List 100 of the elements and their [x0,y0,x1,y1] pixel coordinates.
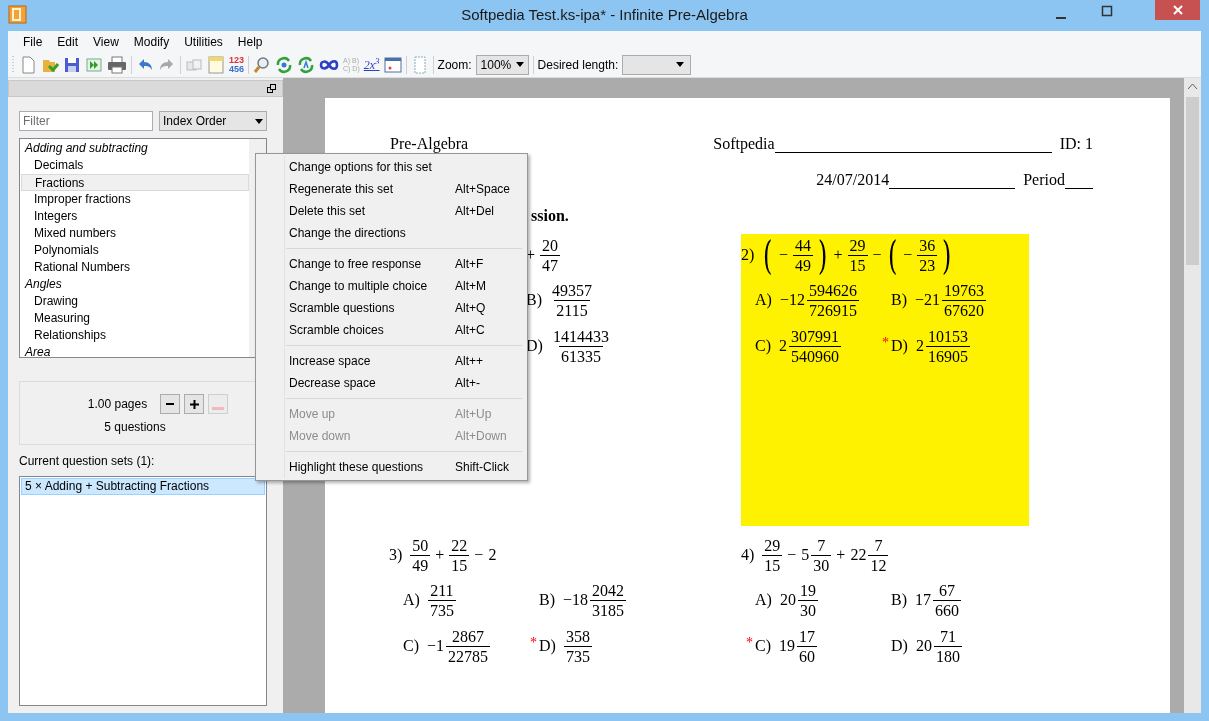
tree-item[interactable]: Area [21,344,249,357]
math-number: 5 [801,545,810,565]
fraction: 7 30 [811,535,832,575]
choice-label: B) [526,290,542,311]
tree-item[interactable]: Integers [21,208,249,225]
filter-field[interactable]: Filter [19,111,153,131]
menu-item[interactable]: Edit [50,32,86,51]
caret-icon [255,118,263,124]
choice-label: B) [891,590,907,611]
list-item[interactable]: 5 × Adding + Subtracting Fractions [21,478,265,495]
math-number: −12 [779,290,805,310]
math-number: 2 [779,336,787,356]
question-number: 4) [741,545,755,566]
menu-item[interactable]: File [16,32,50,51]
menu-item[interactable]: Increase space Alt++ [256,350,527,372]
fraction: 20 47 [540,235,561,275]
tree-item[interactable]: Improper fractions [21,191,249,208]
parenthesis: ) [942,235,952,275]
tree-item[interactable]: Fractions [21,174,249,191]
close-button[interactable] [1155,0,1200,20]
menu-item[interactable]: Change the directions [256,222,527,244]
maximize-icon[interactable] [1101,5,1113,17]
zoom-dropdown[interactable]: 100% [475,54,529,75]
fraction: 67 660 [933,580,961,620]
tree-item[interactable]: Rational Numbers [21,259,249,276]
math-number: 17 [915,590,931,610]
fraction: 36 23 [917,235,938,275]
choice-label: C) [755,336,771,357]
fraction: 1414433 61335 [551,326,610,366]
correct-mark: * [746,634,753,652]
fraction: 29 15 [762,535,783,575]
fraction: 50 49 [410,535,431,575]
fraction: 2867 22785 [446,626,491,666]
refresh-icon[interactable] [275,55,294,74]
menu-item[interactable]: Modify [126,32,177,51]
math-number: 22 [850,545,867,565]
menu-item[interactable]: Change to free response Alt+F [256,253,527,275]
numbering-icon[interactable]: 123 456 [229,55,245,74]
parenthesis: ) [818,235,828,275]
menu-item[interactable]: Scramble questions Alt+Q [256,297,527,319]
menu-item[interactable]: Change options for this set [256,156,527,178]
desired-length-label: Desired length: [537,56,619,74]
tree-item[interactable]: Decimals [21,157,249,174]
scrollbar-thumb[interactable] [1186,97,1199,265]
page-mark-icon [212,407,225,410]
menu-item[interactable]: Highlight these questions Shift-Click [256,456,527,478]
menu-item[interactable]: Help [230,32,270,51]
math-operator: − [778,245,788,265]
power-icon[interactable]: 2x$^{3}$ [363,55,380,74]
caret-icon [676,62,685,67]
fraction: 17 60 [797,626,817,666]
fraction: 211 735 [427,580,456,620]
page-count: 1.00 pages [87,396,148,413]
zoom-icon[interactable] [253,55,272,74]
menu-item[interactable]: Change to multiple choice Alt+M [256,275,527,297]
desired-length-dropdown[interactable] [622,54,692,75]
choice-label: A) [403,590,420,611]
caret-icon [515,62,524,67]
parenthesis: ( [887,235,898,275]
tree-item[interactable]: Measuring [21,310,249,327]
menu-item[interactable]: View [86,32,126,51]
menu-item[interactable]: Regenerate this set Alt+Space [256,178,527,200]
question-number: 2) [741,245,755,266]
window-icon[interactable] [383,55,402,74]
restore-icon[interactable] [267,84,276,93]
date-text: 24/07/2014 [816,170,890,190]
minus-button[interactable] [160,394,181,414]
tree-item[interactable]: Relationships [21,327,249,344]
menu-item[interactable]: Utilities [177,32,230,51]
math-operator: − [474,545,484,565]
plus-button[interactable] [184,394,205,414]
math-number: 19 [779,636,795,656]
tree-item[interactable]: Mixed numbers [21,225,249,242]
print-icon[interactable] [107,55,127,74]
math-number: 2 [915,336,924,356]
sort-dropdown[interactable]: Index Order [159,111,267,131]
fraction: 7 12 [868,535,889,575]
scroll-up-icon[interactable] [1188,84,1197,89]
menu-item[interactable]: Decrease space Alt+- [256,372,527,394]
choice-label: B) [539,590,555,611]
math-number: 20 [915,636,932,656]
tree-item[interactable]: Angles [21,276,249,293]
fraction: 49357 2115 [551,280,593,320]
directions-text: ssion. [531,206,569,224]
scrollbar[interactable] [1184,78,1201,713]
export-icon[interactable] [85,55,103,74]
tree-item[interactable]: Drawing [21,293,249,310]
math-number: 2 [488,545,497,565]
choice-label: D) [526,336,543,357]
math-number: −18 [563,590,589,610]
menu-item[interactable]: Scramble choices Alt+C [256,319,527,341]
fraction: 29 15 [847,235,868,275]
tree-item[interactable]: Polynomials [21,242,249,259]
menu-item[interactable]: Delete this set Alt+Del [256,200,527,222]
refresh-icon[interactable] [297,55,316,74]
math-operator: + [435,545,445,565]
question-number: 3) [389,545,403,566]
choice-label: A) [755,290,772,311]
save-icon[interactable] [63,55,81,74]
tree-item[interactable]: Adding and subtracting [21,140,249,157]
